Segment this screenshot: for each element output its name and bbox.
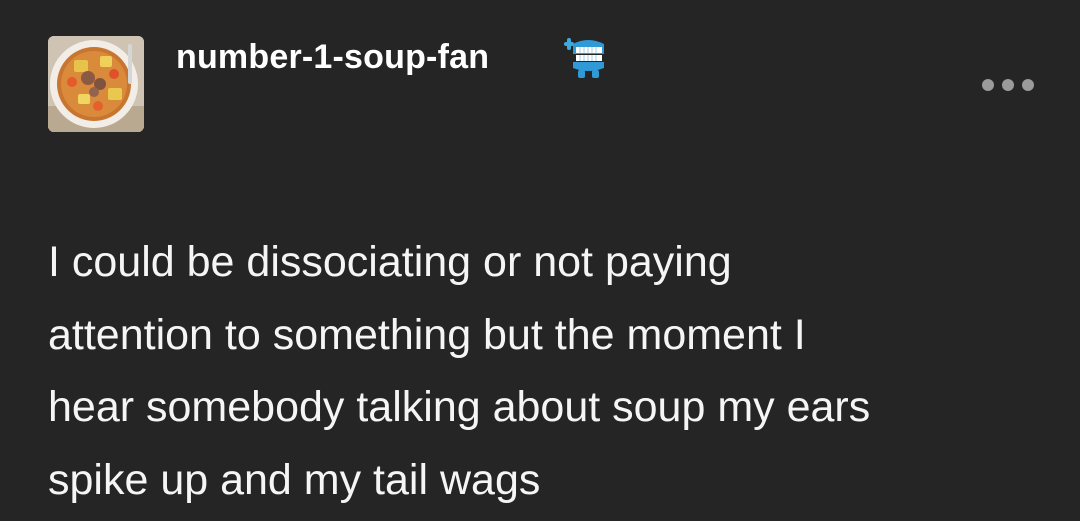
ellipsis-icon [1022,79,1034,91]
wind-up-teeth-icon [564,34,610,80]
post-body-line: I could be dissociating or not paying [48,238,732,286]
post-body-line: attention to something but the moment I [48,310,806,359]
author-username[interactable]: number-1-soup-fan [176,38,489,77]
more-options-button[interactable] [982,72,1034,98]
post-body-line: hear somebody talking about soup my ears [48,383,871,431]
soup-bowl-avatar-icon [48,36,144,132]
ellipsis-icon [1002,79,1014,91]
post-body-line: spike up and my tail wags [48,455,541,504]
avatar[interactable] [48,36,144,132]
post-body: I could be dissociating or not paying at… [48,226,1048,516]
post-card: number-1-soup-fan I could be dissociatin… [0,0,1080,521]
ellipsis-icon [982,79,994,91]
